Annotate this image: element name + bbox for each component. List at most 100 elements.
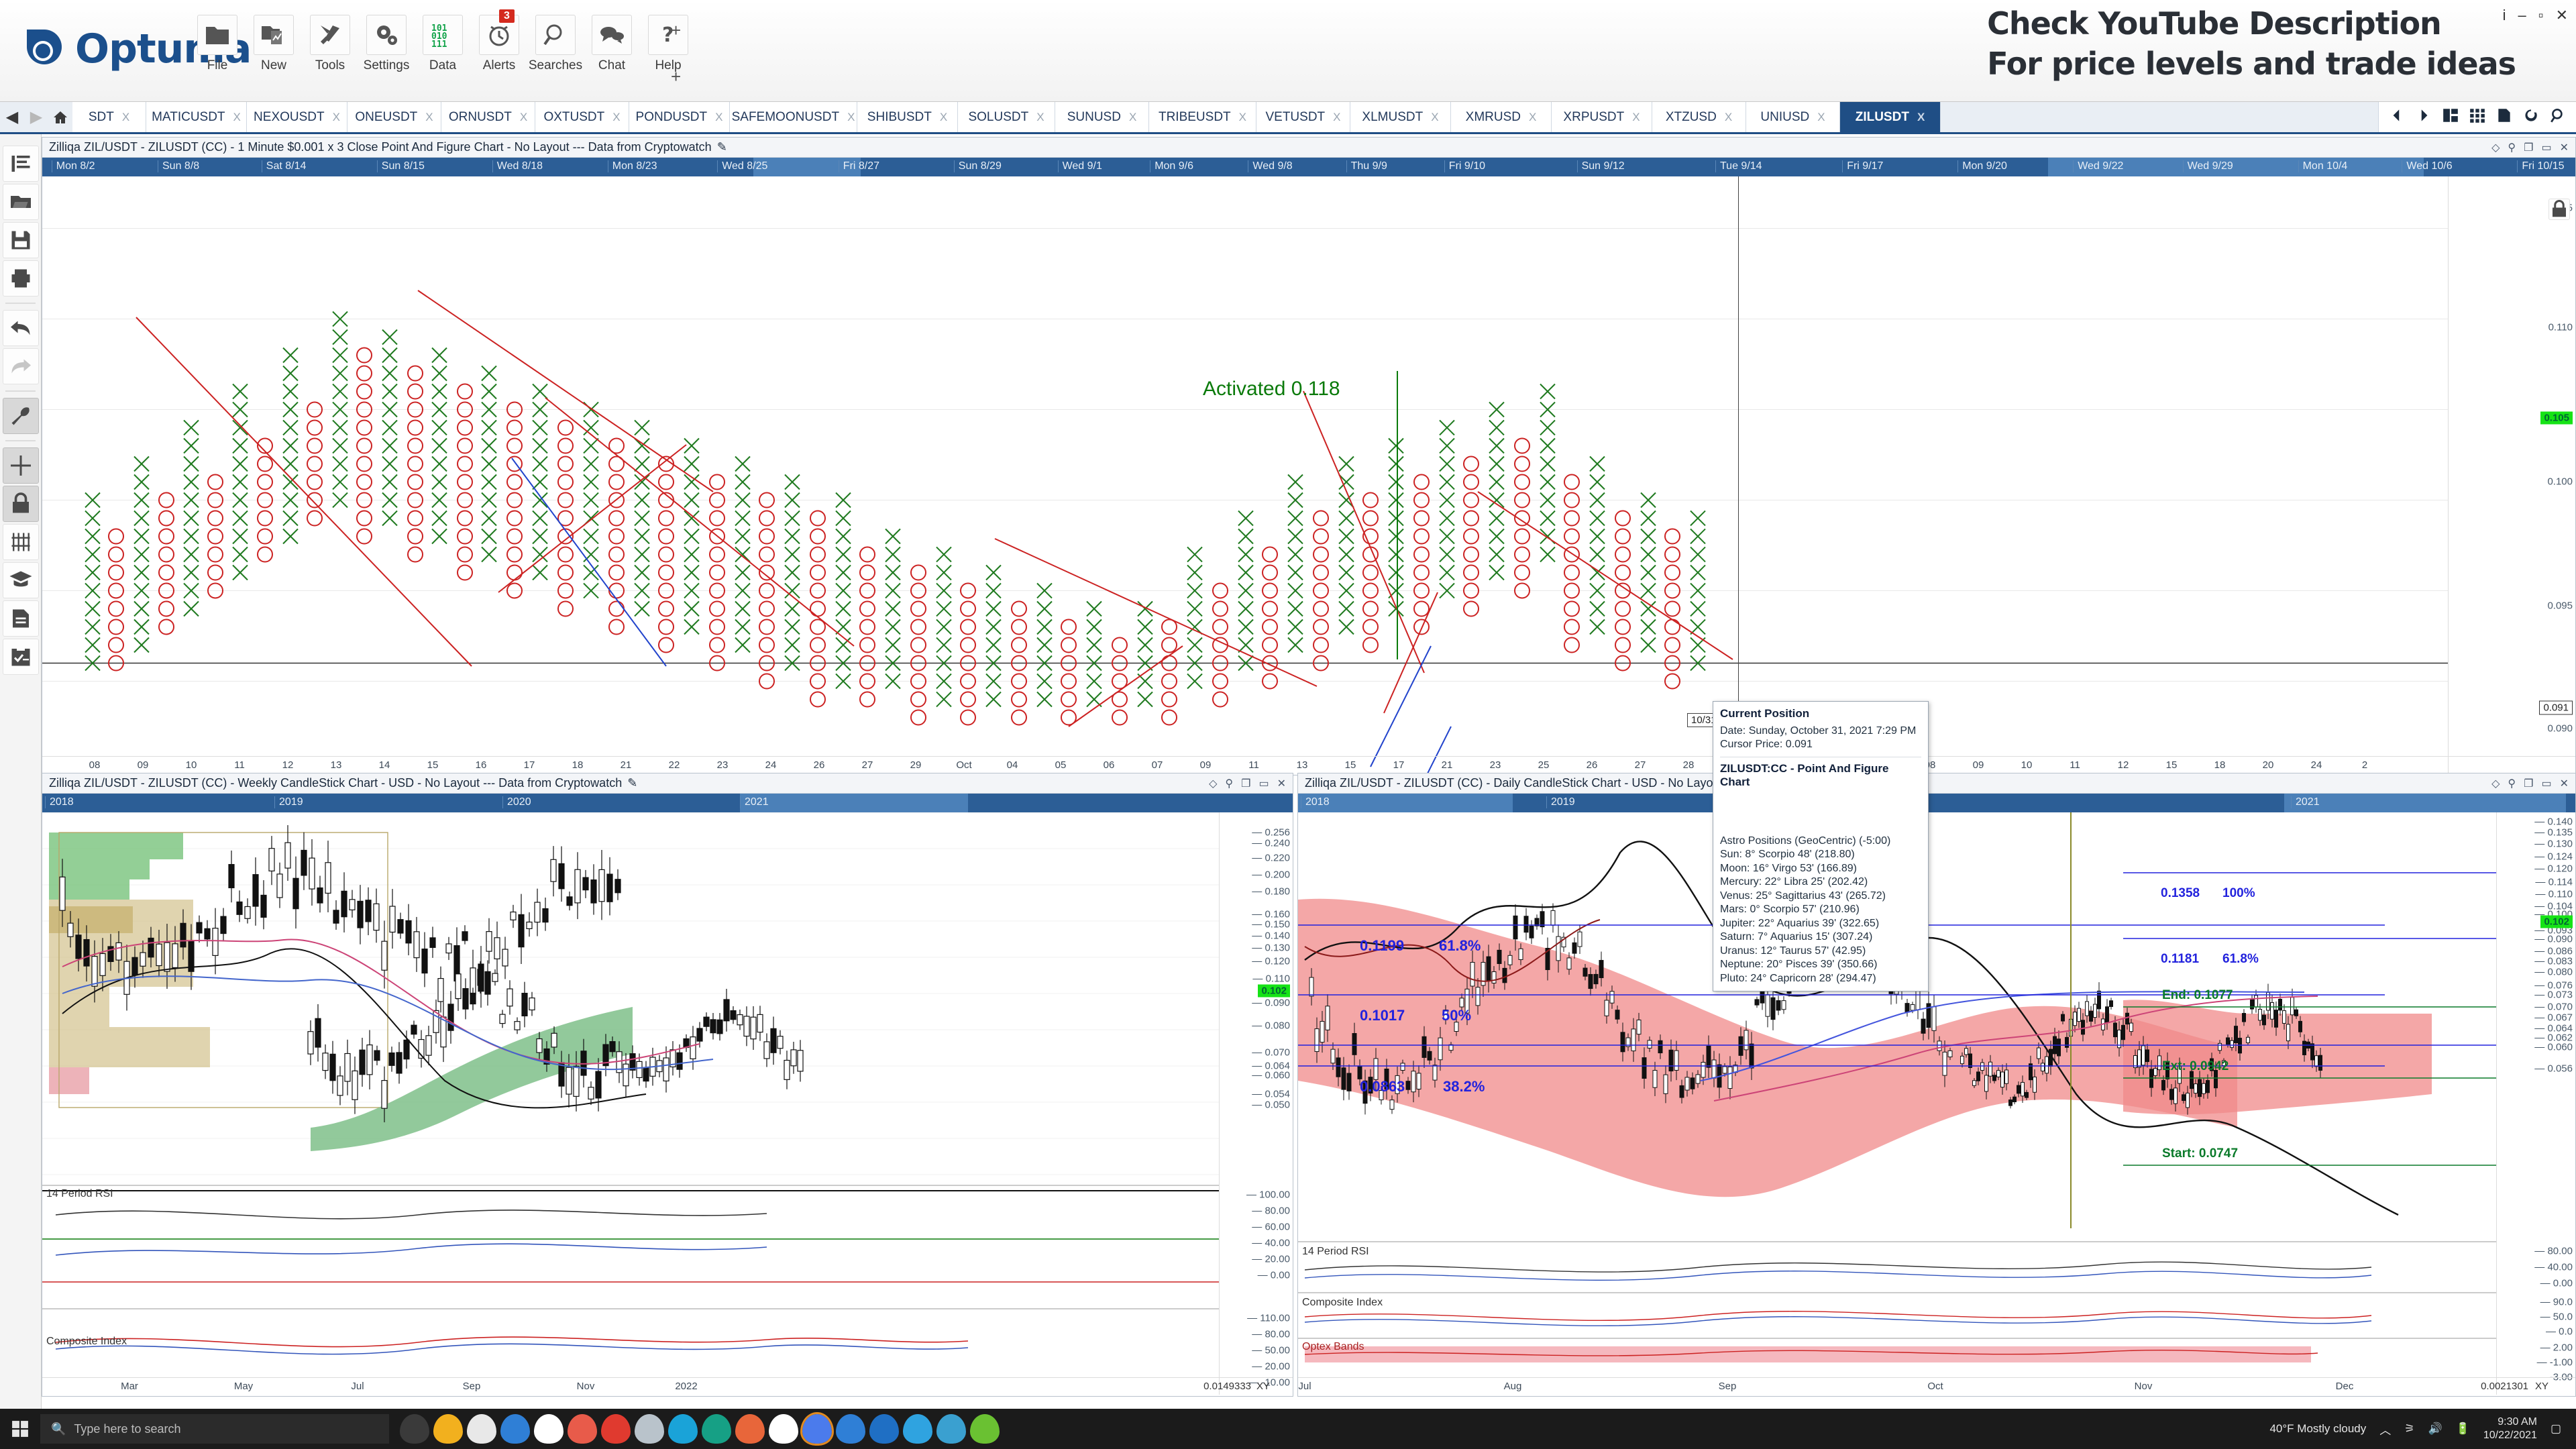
tab-close-icon[interactable]: X [1632,111,1640,124]
panel-close-icon[interactable]: ✕ [2560,141,2569,154]
tray-expand-icon[interactable]: ︿ [2379,1421,2391,1438]
undo-icon[interactable] [3,310,39,346]
print-icon[interactable] [3,260,39,297]
graduate-icon[interactable] [3,562,39,598]
diamond-icon[interactable]: ◇ [2491,777,2500,790]
crosshair-icon[interactable] [3,447,39,484]
start-icon[interactable] [0,1420,40,1438]
notifications-icon[interactable]: ▢ [2551,1422,2561,1436]
weather-status[interactable]: 40°F Mostly cloudy [2269,1422,2366,1436]
powerpoint-icon[interactable] [668,1414,698,1444]
close-button[interactable]: ✕ [2556,7,2568,24]
alerts-button[interactable]: 3 Alerts [476,9,522,73]
tab-close-icon[interactable]: X [1129,111,1136,124]
chat-button[interactable]: Chat [589,15,635,73]
file-button[interactable]: File [195,15,240,73]
main-chart-y-axis[interactable]: 0.115 0.110 0.105 0.100 0.095 0.091 0.09… [2448,176,2575,773]
tab-close-icon[interactable]: X [1036,111,1044,124]
tab-xlmusdt[interactable]: XLMUSDT X [1350,102,1451,132]
onenote-icon[interactable] [534,1414,564,1444]
zoom-icon[interactable] [2549,107,2567,127]
panel-close-icon[interactable]: ✕ [1277,777,1286,790]
notes-icon[interactable] [936,1414,966,1444]
add-button-bottom[interactable]: + [671,66,681,87]
tab-oxtusdt[interactable]: OXTUSDT X [535,102,629,132]
tab-safemoonusdt[interactable]: SAFEMOONUSDT X [730,102,857,132]
daily-chart-plot[interactable]: 0.1199 61.8% 0.1017 50% 0.0863 38.2% 0.1… [1298,812,2575,1395]
report-icon[interactable] [3,600,39,637]
tab-close-icon[interactable]: X [425,111,433,124]
optuma-icon[interactable] [800,1412,834,1446]
grid-lines-icon[interactable] [3,524,39,560]
tab-close-icon[interactable]: X [520,111,527,124]
task-view-icon[interactable] [400,1414,429,1444]
tab-close-icon[interactable]: X [333,111,340,124]
app-icon[interactable] [903,1414,932,1444]
searches-button[interactable]: Searches [529,15,582,73]
tab-close-icon[interactable]: X [233,111,241,124]
tab-solusdt[interactable]: SOLUSDT X [958,102,1055,132]
pin-icon[interactable]: ⚲ [2508,141,2516,154]
wrench-icon[interactable] [3,398,39,434]
pencil-icon[interactable]: ✎ [717,140,727,154]
tab-oneusdt[interactable]: ONEUSDT X [347,102,441,132]
tab-close-icon[interactable]: X [1529,111,1536,124]
weekly-x-axis[interactable]: Mar May Jul Sep Nov 2022 [42,1377,1293,1395]
clock[interactable]: 9:30 AM 10/22/2021 [2483,1415,2537,1442]
mail-icon[interactable] [568,1414,597,1444]
tab-sunusd[interactable]: SUNUSD X [1055,102,1149,132]
tab-close-icon[interactable]: X [612,111,620,124]
tab-xtzusd[interactable]: XTZUSD X [1652,102,1746,132]
tab-close-icon[interactable]: X [1725,111,1732,124]
axis-lock-icon[interactable] [2548,199,2570,220]
battery-icon[interactable]: 🔋 [2456,1422,2470,1436]
main-chart-x-axis[interactable]: 08 09 10 11 12 13 14 15 16 17 18 21 22 23 24 26 27 29 Oct 0… [42,756,2575,773]
info-icon[interactable]: i [2503,7,2506,24]
tab-close-icon[interactable]: X [847,111,855,124]
checklist-icon[interactable] [3,639,39,675]
diamond-icon[interactable]: ◇ [1209,777,1217,790]
pdf-icon[interactable] [970,1414,1000,1444]
tab-forward-button[interactable]: ▶ [24,102,48,132]
edge-icon[interactable] [702,1414,731,1444]
settings-button[interactable]: Settings [364,15,409,73]
network-icon[interactable]: ⚞ [2404,1422,2414,1436]
maximize-button[interactable]: ▫ [2538,7,2544,24]
excel-icon[interactable] [635,1414,664,1444]
tab-pondusdt[interactable]: PONDUSDT X [629,102,730,132]
watchlist-icon[interactable] [3,146,39,182]
refresh-icon[interactable] [2522,107,2540,127]
maximize-icon[interactable]: ▭ [2541,141,2551,154]
store-icon[interactable] [467,1414,496,1444]
teams-icon[interactable] [769,1414,798,1444]
tab-nexousdt[interactable]: NEXOUSDT X [247,102,347,132]
weekly-chart-plot[interactable]: 14 Period RSI Composite Index — 0.256— 0… [42,812,1293,1395]
lock-icon[interactable] [3,486,39,522]
panel-close-icon[interactable]: ✕ [2560,777,2569,790]
main-chart-plot[interactable]: Activated 0.118 10/31/2021 7 0.115 0.110… [42,176,2575,773]
chrome-icon[interactable] [735,1414,765,1444]
tab-close-icon[interactable]: X [1817,111,1825,124]
data-button[interactable]: 101 010 111 Data [420,15,466,73]
tab-close-icon[interactable]: X [715,111,722,124]
tab-back-button[interactable]: ◀ [0,102,24,132]
restore-icon[interactable]: ❐ [1241,777,1250,790]
tab-close-icon[interactable]: X [1239,111,1246,124]
next-tab-icon[interactable] [2415,107,2432,127]
tab-xmrusd[interactable]: XMRUSD X [1451,102,1552,132]
minimize-button[interactable]: – [2518,7,2526,24]
word-icon[interactable] [500,1414,530,1444]
page-icon[interactable] [2496,107,2513,127]
tab-close-icon[interactable]: X [1333,111,1340,124]
help-button[interactable]: ? Help [645,15,691,73]
grid-icon[interactable] [2469,107,2486,127]
outlook-icon[interactable] [601,1414,631,1444]
maximize-icon[interactable]: ▭ [1258,777,1269,790]
tab-ornusdt[interactable]: ORNUSDT X [441,102,535,132]
layout-icon[interactable] [2442,107,2459,127]
tab-close-icon[interactable]: X [1431,111,1438,124]
volume-icon[interactable]: 🔊 [2428,1422,2443,1436]
tools-button[interactable]: Tools [307,15,353,73]
tab-tribeusdt[interactable]: TRIBEUSDT X [1149,102,1256,132]
pin-icon[interactable]: ⚲ [2508,777,2516,790]
